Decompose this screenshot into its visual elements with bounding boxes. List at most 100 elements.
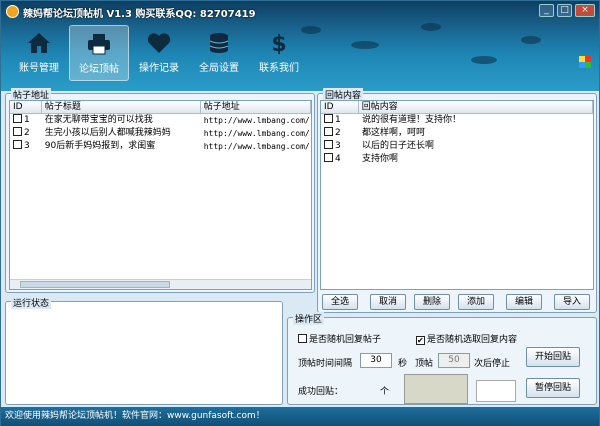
home-icon bbox=[28, 33, 50, 53]
delete-button[interactable]: 删除 bbox=[414, 294, 450, 310]
random-post-checkbox[interactable] bbox=[298, 334, 307, 343]
minimize-button[interactable]: _ bbox=[539, 4, 554, 17]
row-checkbox[interactable] bbox=[13, 127, 22, 136]
captcha-input[interactable] bbox=[476, 380, 516, 402]
fish-decoration bbox=[351, 41, 379, 49]
stop-count-input[interactable]: 50 bbox=[438, 353, 470, 368]
random-content-option[interactable]: 是否随机选取回复内容 bbox=[416, 332, 517, 345]
title-bar: 辣妈帮论坛顶帖机 V1.3 购买联系QQ: 82707419 _ □ × 账号管… bbox=[1, 1, 599, 91]
tool-label: 账号管理 bbox=[19, 63, 59, 74]
table-row[interactable]: 2 生完小孩以后别人都喊我辣妈妈 http://www.lmbang.com/ bbox=[10, 127, 311, 140]
col-url[interactable]: 帖子地址 bbox=[201, 101, 311, 113]
posts-table[interactable]: ID 帖子标题 帖子地址 1 在家无聊带宝宝的可以找我 http://www.l… bbox=[9, 100, 312, 290]
fish-decoration bbox=[421, 23, 441, 31]
tool-label: 操作记录 bbox=[139, 63, 179, 74]
replies-group: 回帖内容 ID 回帖内容 1 说的很有道理！支持你！ 2 都这样啊，呵呵 3 以后的日… bbox=[317, 88, 597, 313]
fish-decoration bbox=[471, 56, 497, 64]
close-button[interactable]: × bbox=[575, 4, 595, 17]
row-title: 在家无聊带宝宝的可以找我 bbox=[44, 115, 153, 125]
random-content-label: 是否随机选取回复内容 bbox=[427, 335, 518, 345]
tool-account[interactable]: 账号管理 bbox=[9, 25, 69, 81]
tool-records[interactable]: 操作记录 bbox=[129, 25, 189, 81]
tool-label: 论坛顶帖 bbox=[79, 64, 119, 75]
dollar-icon: $ bbox=[271, 32, 286, 55]
row-content: 都这样啊，呵呵 bbox=[362, 128, 426, 138]
row-id: 2 bbox=[24, 128, 30, 138]
row-content: 说的很有道理！支持你！ bbox=[362, 115, 462, 125]
row-title: 90后新手妈妈报到，求闺蜜 bbox=[44, 141, 156, 151]
row-id: 3 bbox=[24, 141, 30, 151]
row-checkbox[interactable] bbox=[324, 153, 333, 162]
row-id: 2 bbox=[335, 128, 341, 138]
col-id[interactable]: ID bbox=[10, 101, 42, 113]
table-row[interactable]: 1 说的很有道理！支持你！ bbox=[321, 114, 593, 127]
random-post-label: 是否随机回复帖子 bbox=[309, 335, 382, 345]
interval-unit: 秒 bbox=[398, 359, 408, 369]
row-content: 以后的日子还长啊 bbox=[362, 141, 435, 151]
row-url: http://www.lmbang.com/ bbox=[203, 129, 310, 138]
maximize-button[interactable]: □ bbox=[557, 4, 572, 17]
fish-decoration bbox=[521, 36, 541, 44]
col-title[interactable]: 帖子标题 bbox=[42, 101, 201, 113]
run-status-group: 运行状态 bbox=[5, 296, 283, 405]
row-id: 4 bbox=[335, 154, 341, 164]
horizontal-scrollbar[interactable] bbox=[10, 279, 311, 289]
table-row[interactable]: 2 都这样啊，呵呵 bbox=[321, 127, 593, 140]
import-button[interactable]: 导入 bbox=[554, 294, 590, 310]
select-all-button[interactable]: 全选 bbox=[322, 294, 358, 310]
database-icon bbox=[209, 33, 229, 53]
printer-icon bbox=[88, 34, 110, 55]
replies-table[interactable]: ID 回帖内容 1 说的很有道理！支持你！ 2 都这样啊，呵呵 3 以后的日子还长啊 … bbox=[320, 100, 594, 290]
success-label: 成功回贴： bbox=[298, 387, 344, 397]
col-id[interactable]: ID bbox=[321, 101, 359, 113]
success-unit: 个 bbox=[380, 387, 390, 397]
window-title: 辣妈帮论坛顶帖机 V1.3 购买联系QQ: 82707419 bbox=[23, 9, 256, 20]
table-row[interactable]: 3 90后新手妈妈报到，求闺蜜 http://www.lmbang.com/ bbox=[10, 140, 311, 153]
posts-group: 帖子地址 ID 帖子标题 帖子地址 1 在家无聊带宝宝的可以找我 http://… bbox=[5, 88, 315, 293]
scroll-thumb[interactable] bbox=[20, 281, 170, 288]
skin-icon[interactable] bbox=[579, 56, 591, 68]
toolbar: 账号管理 论坛顶帖 操作记录 全局设置 $ 联系我们 bbox=[9, 25, 309, 81]
tool-label: 全局设置 bbox=[199, 63, 239, 74]
row-checkbox[interactable] bbox=[324, 140, 333, 149]
row-id: 1 bbox=[24, 115, 30, 125]
status-bar: 欢迎使用辣妈帮论坛顶帖机！软件官网：www.gunfasoft.com！ bbox=[1, 407, 599, 426]
cancel-button[interactable]: 取消 bbox=[370, 294, 406, 310]
table-row[interactable]: 1 在家无聊带宝宝的可以找我 http://www.lmbang.com/ bbox=[10, 114, 311, 127]
app-window: 辣妈帮论坛顶帖机 V1.3 购买联系QQ: 82707419 _ □ × 账号管… bbox=[0, 0, 600, 426]
random-content-checkbox[interactable] bbox=[416, 336, 425, 345]
row-content: 支持你啊 bbox=[362, 154, 399, 164]
row-checkbox[interactable] bbox=[13, 114, 22, 123]
posts-header: ID 帖子标题 帖子地址 bbox=[10, 101, 311, 114]
tool-forum-bump[interactable]: 论坛顶帖 bbox=[69, 25, 129, 81]
add-button[interactable]: 添加 bbox=[458, 294, 494, 310]
edit-button[interactable]: 编辑 bbox=[506, 294, 542, 310]
captcha-box bbox=[404, 374, 468, 404]
ops-group-label: 操作区 bbox=[293, 312, 325, 325]
start-reply-button[interactable]: 开始回贴 bbox=[526, 347, 580, 367]
interval-label: 顶帖时间间隔 bbox=[298, 359, 353, 369]
svg-text:$: $ bbox=[271, 32, 286, 55]
stop-suffix: 次后停止 bbox=[474, 359, 511, 369]
run-status-label: 运行状态 bbox=[11, 296, 52, 309]
row-url: http://www.lmbang.com/ bbox=[203, 142, 310, 151]
row-id: 3 bbox=[335, 141, 341, 151]
col-content[interactable]: 回帖内容 bbox=[359, 101, 593, 113]
interval-input[interactable]: 30 bbox=[360, 353, 392, 368]
app-logo-icon bbox=[6, 5, 19, 18]
table-row[interactable]: 3 以后的日子还长啊 bbox=[321, 140, 593, 153]
row-checkbox[interactable] bbox=[324, 127, 333, 136]
heart-icon bbox=[147, 33, 171, 53]
row-id: 1 bbox=[335, 115, 341, 125]
tool-contact[interactable]: $ 联系我们 bbox=[249, 25, 309, 81]
table-row[interactable]: 4 支持你啊 bbox=[321, 153, 593, 166]
tool-settings[interactable]: 全局设置 bbox=[189, 25, 249, 81]
pause-reply-button[interactable]: 暂停回贴 bbox=[526, 378, 580, 398]
row-checkbox[interactable] bbox=[324, 114, 333, 123]
row-title: 生完小孩以后别人都喊我辣妈妈 bbox=[44, 128, 171, 138]
ops-group: 操作区 是否随机回复帖子 是否随机选取回复内容 顶帖时间间隔 30 秒 顶帖 5… bbox=[287, 312, 597, 405]
tool-label: 联系我们 bbox=[259, 63, 299, 74]
stop-label: 顶帖 bbox=[415, 359, 434, 369]
random-post-option[interactable]: 是否随机回复帖子 bbox=[298, 332, 381, 345]
row-checkbox[interactable] bbox=[13, 140, 22, 149]
